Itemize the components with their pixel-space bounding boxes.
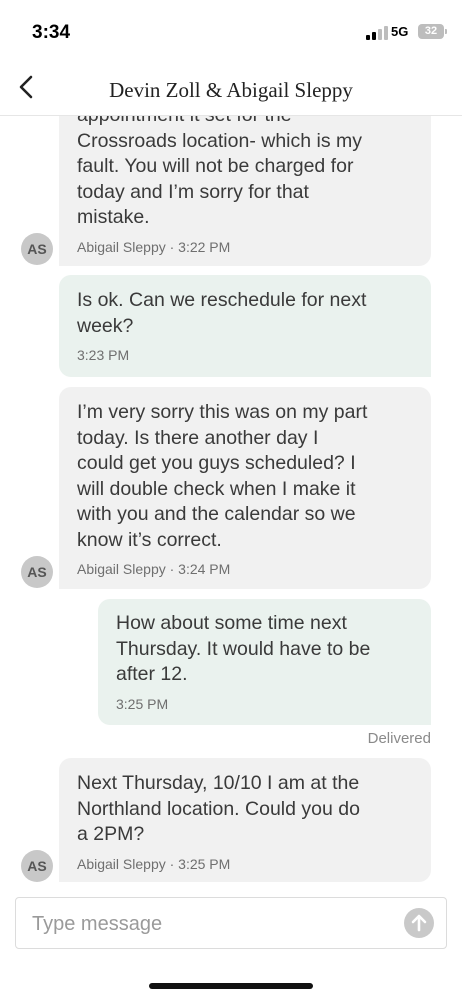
delivered-status: Delivered <box>367 730 431 747</box>
message-text: Next Thursday, 10/10 I am at the Northla… <box>77 772 360 845</box>
avatar: AS <box>21 233 53 265</box>
send-button[interactable] <box>404 908 434 938</box>
message-bubble: I’m very sorry this was on my part today… <box>59 387 431 589</box>
message-meta: Abigail Sleppy · 3:25 PM <box>77 855 231 872</box>
avatar: AS <box>21 850 53 882</box>
avatar: AS <box>21 556 53 588</box>
message-text: appointment it set for the Crossroads lo… <box>77 115 363 228</box>
message-thread[interactable]: appointment it set for the Crossroads lo… <box>0 115 462 890</box>
message-text: I’m very sorry this was on my part today… <box>77 401 368 551</box>
cellular-signal-icon <box>366 26 388 40</box>
message-input[interactable] <box>30 908 394 940</box>
message-meta: Abigail Sleppy · 3:22 PM <box>77 238 231 255</box>
network-label: 5G <box>391 24 409 39</box>
message-bubble: Is ok. Can we reschedule for next week? … <box>59 275 431 377</box>
message-bubble: Next Thursday, 10/10 I am at the Northla… <box>59 758 431 882</box>
message-bubble: appointment it set for the Crossroads lo… <box>59 115 431 266</box>
message-composer <box>15 897 447 949</box>
message-meta: Abigail Sleppy · 3:24 PM <box>77 561 231 577</box>
home-indicator[interactable] <box>149 983 313 989</box>
message-meta: 3:23 PM <box>77 347 130 363</box>
status-time: 3:34 <box>32 22 71 43</box>
conversation-header: Devin Zoll & Abigail Sleppy <box>0 60 462 116</box>
message-text: How about some time next Thursday. It wo… <box>116 612 371 685</box>
message-bubble: How about some time next Thursday. It wo… <box>98 599 431 725</box>
battery-icon: 32 <box>418 24 447 39</box>
conversation-title: Devin Zoll & Abigail Sleppy <box>109 78 353 102</box>
arrow-up-icon <box>411 914 427 932</box>
message-meta: 3:25 PM <box>116 695 169 712</box>
status-bar: 3:34 5G 32 <box>0 0 462 60</box>
message-text: Is ok. Can we reschedule for next week? <box>77 289 367 337</box>
